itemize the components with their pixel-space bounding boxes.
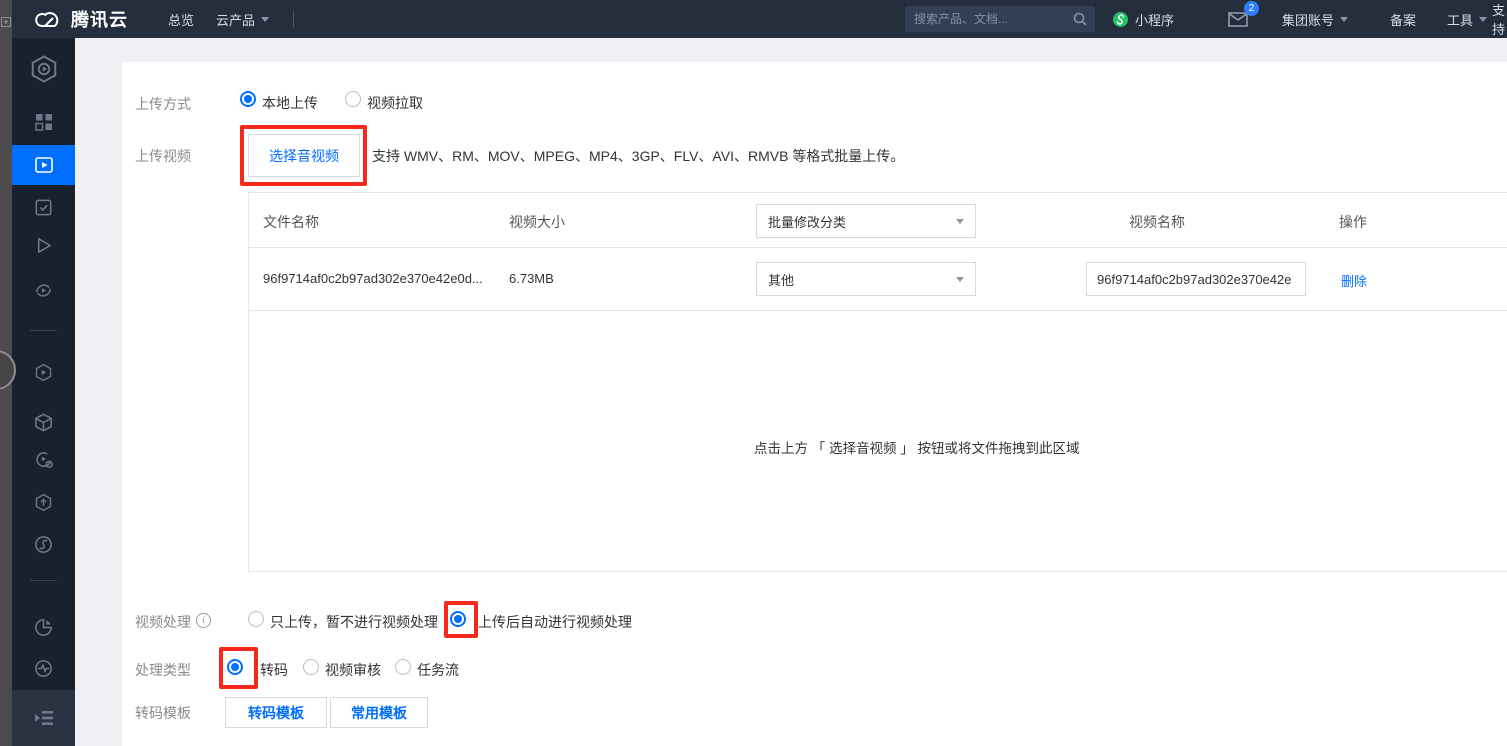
radio-local-upload[interactable] bbox=[240, 91, 256, 107]
col-video-name: 视频名称 bbox=[1129, 212, 1185, 232]
search-icon[interactable] bbox=[1073, 12, 1087, 26]
delete-link[interactable]: 删除 bbox=[1341, 271, 1367, 290]
loop-play-icon bbox=[33, 280, 54, 301]
tencent-cloud-logo[interactable]: 腾讯云 bbox=[33, 0, 128, 38]
vod-logo-icon bbox=[29, 54, 59, 84]
sidebar-item-upload[interactable] bbox=[12, 482, 75, 522]
radio-video-review[interactable] bbox=[303, 659, 319, 675]
radio-task-flow[interactable] bbox=[395, 659, 411, 675]
cloud-logo-icon bbox=[33, 8, 63, 30]
video-process-label: 视频处理 bbox=[135, 612, 191, 632]
sidebar-item-vod-home[interactable] bbox=[12, 49, 75, 89]
chevron-down-icon bbox=[1479, 17, 1487, 22]
chevron-down-icon bbox=[956, 219, 964, 224]
nav-beian[interactable]: 备案 bbox=[1390, 0, 1416, 38]
format-hint: 支持 WMV、RM、MOV、MPEG、MP4、3GP、FLV、AVI、RMVB … bbox=[372, 146, 904, 166]
nav-products[interactable]: 云产品 bbox=[216, 0, 269, 38]
overview-grid-icon bbox=[34, 112, 54, 132]
dropzone[interactable]: 点击上方 「 选择音视频 」 按钮或将文件拖拽到此区域 bbox=[249, 311, 1507, 571]
choose-media-button[interactable]: 选择音视频 bbox=[248, 134, 360, 177]
monitor-pulse-icon bbox=[33, 658, 54, 679]
sidebar-item-overview[interactable] bbox=[12, 102, 75, 142]
sidebar-divider bbox=[30, 580, 57, 581]
nav-support[interactable]: 支持 bbox=[1492, 0, 1507, 38]
transcode-template-label: 转码模板 bbox=[135, 703, 191, 723]
radio-video-review-label[interactable]: 视频审核 bbox=[325, 660, 381, 680]
chevron-down-icon bbox=[1340, 17, 1348, 22]
sidebar-item-monitor[interactable] bbox=[12, 648, 75, 688]
upload-hexagon-icon bbox=[33, 492, 54, 513]
radio-transcode[interactable] bbox=[227, 659, 243, 675]
collapse-menu-icon bbox=[33, 709, 55, 727]
dropzone-hint: 点击上方 「 选择音视频 」 按钮或将文件拖拽到此区域 bbox=[754, 437, 1080, 457]
chevron-down-icon bbox=[956, 277, 964, 282]
sidebar-item-media-processing[interactable] bbox=[12, 352, 75, 392]
transcode-template-button[interactable]: 转码模板 bbox=[225, 697, 327, 728]
message-count-badge: 2 bbox=[1244, 1, 1259, 16]
sidebar-item-task-center[interactable] bbox=[12, 439, 75, 479]
media-processing-icon bbox=[33, 362, 54, 383]
pie-chart-icon bbox=[33, 617, 54, 638]
radio-upload-only[interactable] bbox=[248, 611, 264, 627]
chevron-down-icon bbox=[261, 17, 269, 22]
sidebar-divider bbox=[30, 330, 57, 331]
sidebar-item-collapse-menu[interactable] bbox=[12, 690, 75, 746]
sidebar-item-3d-cube[interactable] bbox=[12, 402, 75, 442]
radio-video-pull[interactable] bbox=[345, 91, 361, 107]
radio-video-pull-label[interactable]: 视频拉取 bbox=[367, 93, 423, 113]
video-name-input[interactable] bbox=[1086, 262, 1306, 296]
left-sidebar bbox=[12, 38, 75, 746]
cell-filename: 96f9714af0c2b97ad302e370e42e0d... bbox=[263, 271, 483, 286]
top-navigation-bar: 腾讯云 总览 云产品 小程序 2 集团账号 备案 工具 支持 bbox=[0, 0, 1507, 38]
sidebar-item-loop-play[interactable] bbox=[12, 270, 75, 310]
col-filename: 文件名称 bbox=[263, 212, 319, 232]
brand-name: 腾讯云 bbox=[71, 6, 128, 32]
radio-upload-only-label[interactable]: 只上传，暂不进行视频处理 bbox=[270, 612, 438, 632]
process-type-label: 处理类型 bbox=[135, 660, 191, 680]
radio-local-upload-label[interactable]: 本地上传 bbox=[262, 93, 318, 113]
search-box[interactable] bbox=[905, 6, 1095, 32]
info-icon[interactable]: i bbox=[196, 613, 211, 628]
mini-program-entry[interactable]: 小程序 bbox=[1112, 0, 1174, 38]
account-menu[interactable]: 集团账号 bbox=[1282, 0, 1348, 38]
mail-icon bbox=[1228, 12, 1248, 27]
play-outline-icon bbox=[33, 235, 54, 256]
search-input[interactable] bbox=[905, 12, 1073, 26]
radio-transcode-label[interactable]: 转码 bbox=[260, 660, 288, 680]
check-square-icon bbox=[33, 197, 54, 218]
batch-category-dropdown[interactable]: 批量修改分类 bbox=[756, 204, 976, 238]
sidebar-item-callback[interactable] bbox=[12, 524, 75, 564]
radio-auto-process[interactable] bbox=[450, 611, 466, 627]
sidebar-item-statistics[interactable] bbox=[12, 607, 75, 647]
sidebar-item-play[interactable] bbox=[12, 225, 75, 265]
nav-overview[interactable]: 总览 bbox=[168, 0, 194, 38]
task-clock-icon bbox=[33, 449, 54, 470]
common-template-button[interactable]: 常用模板 bbox=[330, 697, 428, 728]
cell-size: 6.73MB bbox=[509, 271, 554, 286]
col-action: 操作 bbox=[1339, 212, 1367, 232]
table-header-row: 文件名称 视频大小 批量修改分类 视频名称 操作 bbox=[249, 193, 1507, 248]
row-category-dropdown[interactable]: 其他 bbox=[756, 262, 976, 296]
topbar-divider bbox=[293, 10, 294, 28]
radio-auto-process-label[interactable]: 上传后自动进行视频处理 bbox=[478, 612, 632, 632]
mini-program-icon bbox=[1112, 11, 1129, 28]
upload-video-label: 上传视频 bbox=[135, 146, 191, 166]
left-edge-strip: + bbox=[0, 0, 12, 746]
table-row: 96f9714af0c2b97ad302e370e42e0d... 6.73MB… bbox=[249, 248, 1507, 311]
callback-icon bbox=[33, 534, 54, 555]
plus-icon[interactable]: + bbox=[1, 17, 11, 27]
sidebar-item-media-assets-active[interactable] bbox=[12, 145, 75, 185]
media-assets-icon bbox=[33, 154, 55, 176]
tools-menu[interactable]: 工具 bbox=[1447, 0, 1487, 38]
file-table: 文件名称 视频大小 批量修改分类 视频名称 操作 96f9714af0c2b97… bbox=[248, 192, 1507, 572]
cube-icon bbox=[33, 412, 54, 433]
radio-task-flow-label[interactable]: 任务流 bbox=[417, 660, 459, 680]
upload-method-label: 上传方式 bbox=[135, 94, 191, 114]
col-size: 视频大小 bbox=[509, 212, 565, 232]
upload-form-card: 上传方式 本地上传 视频拉取 上传视频 选择音视频 支持 WMV、RM、MOV、… bbox=[122, 62, 1507, 746]
sidebar-item-review[interactable] bbox=[12, 187, 75, 227]
